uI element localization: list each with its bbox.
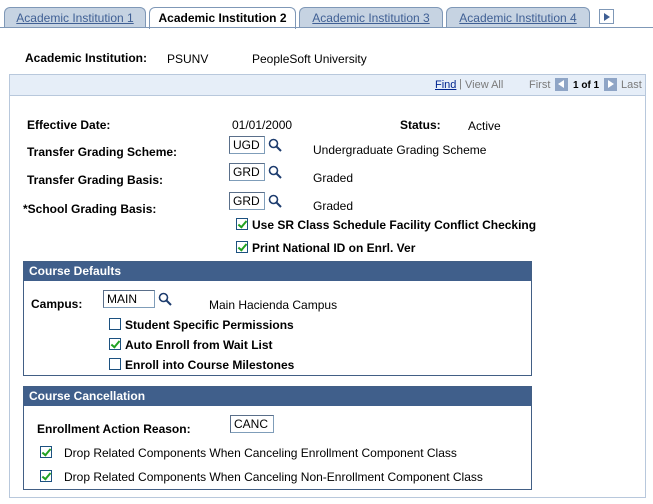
tab-bar-divider	[0, 27, 653, 28]
last-label: Last	[621, 79, 642, 91]
course-defaults-title: Course Defaults	[24, 262, 531, 281]
lookup-search-icon[interactable]	[158, 292, 172, 306]
tab-academic-institution-3[interactable]: Academic Institution 3	[299, 7, 443, 28]
campus-label: Campus:	[31, 297, 83, 311]
campus-desc: Main Hacienda Campus	[209, 298, 338, 312]
tab-academic-institution-4[interactable]: Academic Institution 4	[446, 7, 590, 28]
drop-enrollment-component-checkbox[interactable]	[40, 446, 52, 458]
row-range: 1 of 1	[573, 80, 600, 91]
campus-input[interactable]: MAIN	[103, 290, 155, 308]
school-grading-basis-input[interactable]: GRD	[229, 192, 265, 210]
previous-row-icon[interactable]	[555, 78, 568, 91]
facility-conflict-label: Use SR Class Schedule Facility Conflict …	[252, 218, 537, 232]
first-label: First	[529, 79, 551, 91]
tab-label: Academic Institution 4	[459, 11, 577, 25]
national-id-label: Print National ID on Enrl. Ver	[252, 241, 416, 255]
drop-nonenrollment-component-label: Drop Related Components When Canceling N…	[64, 470, 483, 484]
facility-conflict-checkbox[interactable]	[236, 218, 248, 230]
drop-enrollment-component-label: Drop Related Components When Canceling E…	[64, 446, 457, 460]
auto-enroll-checkbox[interactable]	[109, 338, 121, 350]
national-id-checkbox[interactable]	[236, 241, 248, 253]
transfer-grading-basis-label: Transfer Grading Basis:	[27, 173, 164, 187]
tab-label: Academic Institution 3	[312, 11, 430, 25]
tab-label: Academic Institution 2	[158, 11, 287, 25]
scroll-area-header: Find | View All First 1 of 1 Last	[9, 74, 646, 96]
transfer-grading-basis-input[interactable]: GRD	[229, 163, 265, 181]
lookup-search-icon[interactable]	[268, 194, 282, 208]
transfer-grading-scheme-label: Transfer Grading Scheme:	[27, 145, 178, 159]
transfer-grading-scheme-input[interactable]: UGD	[229, 136, 265, 154]
tab-label: Academic Institution 1	[16, 11, 134, 25]
drop-nonenrollment-component-checkbox[interactable]	[40, 470, 52, 482]
course-cancellation-title: Course Cancellation	[24, 387, 531, 406]
school-grading-basis-desc: Graded	[313, 199, 354, 213]
tab-academic-institution-1[interactable]: Academic Institution 1	[4, 7, 146, 28]
institution-code: PSUNV	[167, 52, 209, 66]
next-tab-arrow-icon[interactable]	[599, 9, 614, 24]
view-all-link[interactable]: View All	[465, 79, 503, 91]
institution-label: Academic Institution:	[25, 51, 148, 65]
next-row-icon[interactable]	[604, 78, 617, 91]
status-value: Active	[468, 119, 501, 133]
tab-academic-institution-2[interactable]: Academic Institution 2	[149, 7, 296, 29]
auto-enroll-label: Auto Enroll from Wait List	[125, 338, 273, 352]
enrollment-action-reason-input[interactable]: CANC	[230, 415, 274, 433]
transfer-grading-basis-desc: Graded	[313, 171, 354, 185]
course-milestones-checkbox[interactable]	[109, 358, 121, 370]
status-label: Status:	[400, 118, 441, 132]
find-link[interactable]: Find	[435, 79, 456, 91]
student-permissions-label: Student Specific Permissions	[125, 318, 294, 332]
transfer-grading-scheme-desc: Undergraduate Grading Scheme	[313, 143, 487, 157]
student-permissions-checkbox[interactable]	[109, 318, 121, 330]
effective-date-value: 01/01/2000	[232, 118, 293, 132]
lookup-search-icon[interactable]	[268, 138, 282, 152]
institution-name: PeopleSoft University	[252, 52, 367, 66]
course-milestones-label: Enroll into Course Milestones	[125, 358, 295, 372]
enrollment-action-reason-label: Enrollment Action Reason:	[37, 422, 191, 436]
lookup-search-icon[interactable]	[268, 165, 282, 179]
school-grading-basis-label: *School Grading Basis:	[23, 202, 157, 216]
effective-date-label: Effective Date:	[27, 118, 111, 132]
separator: |	[459, 78, 462, 90]
